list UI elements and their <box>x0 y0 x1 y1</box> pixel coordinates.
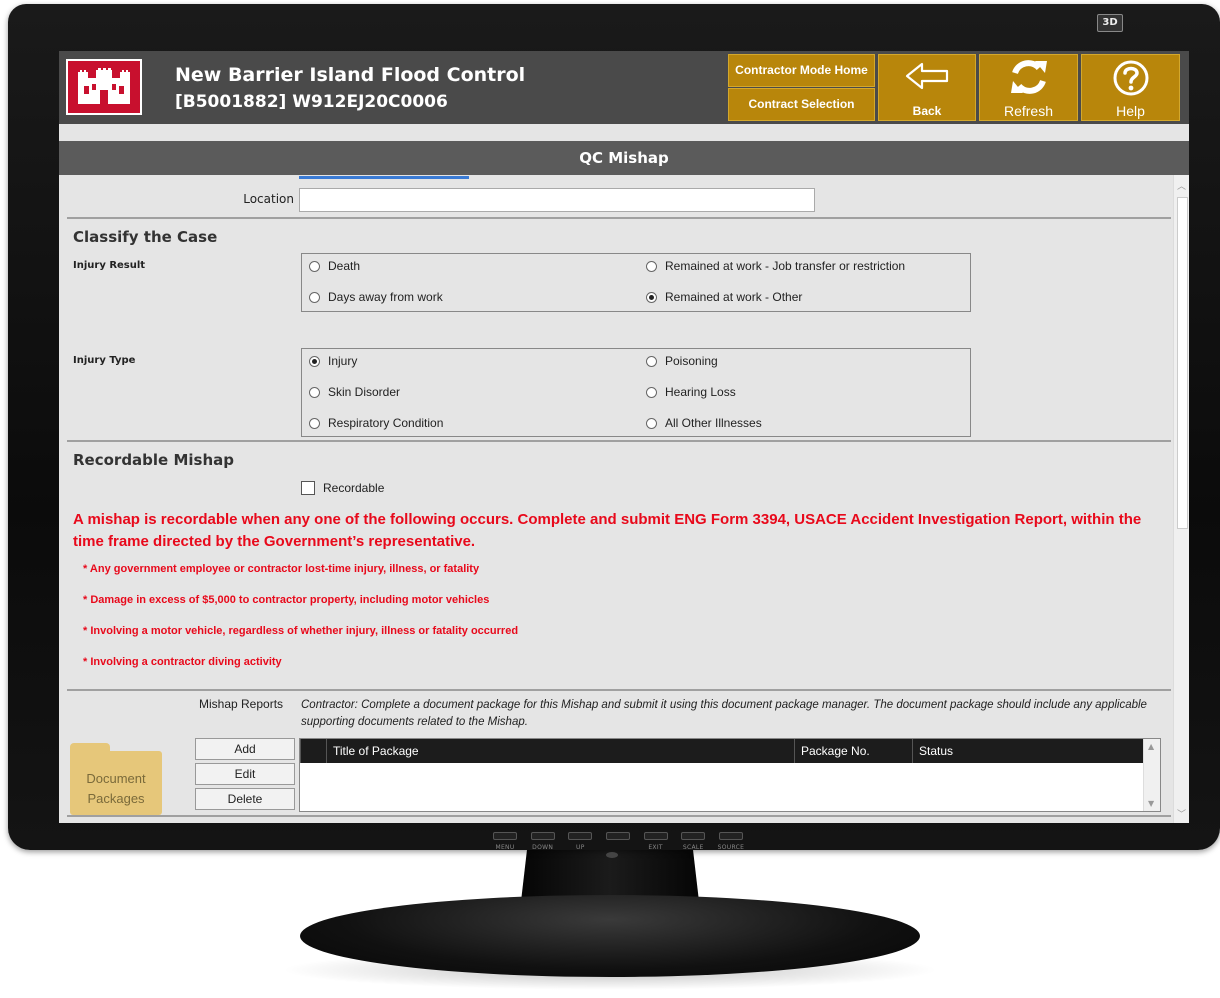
page-title: QC Mishap <box>59 141 1189 175</box>
divider <box>67 689 1171 691</box>
scroll-up-icon[interactable]: ︿ <box>1177 179 1186 192</box>
radio-button-selected[interactable] <box>309 355 320 367</box>
delete-package-button[interactable]: Delete <box>195 788 295 810</box>
app-screen: New Barrier Island Flood Control [B50018… <box>59 51 1189 823</box>
page-scrollbar[interactable]: ︿ ﹀ <box>1173 175 1189 823</box>
monitor-down-button[interactable]: DOWN <box>526 832 560 858</box>
monitor-stand <box>300 895 920 977</box>
refresh-label: Refresh <box>1003 103 1054 119</box>
injury-type-poisoning[interactable]: Poisoning <box>646 354 718 368</box>
radio-button[interactable] <box>646 355 657 367</box>
recordable-criterion: * Damage in excess of $5,000 to contract… <box>83 594 490 606</box>
injury-type-other-illnesses[interactable]: All Other Illnesses <box>646 416 762 430</box>
grid-scrollbar[interactable]: ▲ ▼ <box>1143 739 1160 811</box>
injury-type-skin-disorder[interactable]: Skin Disorder <box>309 385 400 399</box>
radio-button[interactable] <box>646 417 657 429</box>
injury-type-hearing-loss[interactable]: Hearing Loss <box>646 385 736 399</box>
folder-label-line1: Document <box>86 771 146 786</box>
column-title-of-package[interactable]: Title of Package <box>326 739 794 763</box>
injury-result-death[interactable]: Death <box>309 259 360 273</box>
add-package-button[interactable]: Add <box>195 738 295 760</box>
mishap-form: Location Classify the Case Injury Result… <box>59 175 1173 823</box>
recordable-criterion: * Involving a motor vehicle, regardless … <box>83 625 519 637</box>
scroll-up-icon[interactable]: ▲ <box>1148 742 1154 751</box>
mishap-reports-instructions: Contractor: Complete a document package … <box>301 699 1147 728</box>
edit-package-button[interactable]: Edit <box>195 763 295 785</box>
location-label: Location <box>243 192 294 206</box>
refresh-button[interactable]: Refresh <box>979 54 1078 121</box>
monitor-exit-button[interactable]: EXIT <box>639 832 673 858</box>
injury-result-label: Injury Result <box>73 260 146 271</box>
active-tab-indicator <box>299 176 469 179</box>
scroll-down-icon[interactable]: ﹀ <box>1177 807 1186 820</box>
injury-type-respiratory[interactable]: Respiratory Condition <box>309 416 443 430</box>
document-packages-folder-icon[interactable]: Document Packages <box>70 743 162 815</box>
radio-button[interactable] <box>309 417 320 429</box>
monitor-source-button[interactable]: SOURCE <box>714 832 748 858</box>
refresh-icon <box>1010 60 1047 94</box>
recordable-criterion: * Involving a contractor diving activity <box>83 656 282 668</box>
checkbox-box[interactable] <box>301 481 315 495</box>
contract-selection-button[interactable]: Contract Selection <box>728 88 875 121</box>
radio-button[interactable] <box>309 291 320 303</box>
radio-button[interactable] <box>309 386 320 398</box>
grid-selector-column <box>300 739 326 763</box>
monitor-control-buttons: MENU DOWN UP EXIT SCALE SOURCE <box>488 832 748 858</box>
monitor-menu-button[interactable]: MENU <box>488 832 522 858</box>
monitor-up-button[interactable]: UP <box>563 832 597 858</box>
mishap-reports-label: Mishap Reports <box>199 697 284 711</box>
power-indicator <box>606 852 618 858</box>
location-input[interactable] <box>299 188 815 212</box>
divider <box>67 815 1171 817</box>
injury-result-job-transfer[interactable]: Remained at work - Job transfer or restr… <box>646 259 905 273</box>
radio-button[interactable] <box>309 260 320 272</box>
radio-button[interactable] <box>646 260 657 272</box>
help-label: Help <box>1116 103 1145 119</box>
recordable-checkbox[interactable]: Recordable <box>301 481 384 495</box>
scrollbar-thumb[interactable] <box>1177 197 1188 529</box>
monitor-scale-button[interactable]: SCALE <box>676 832 710 858</box>
grid-header: Title of Package Package No. Status <box>300 739 1160 763</box>
folder-label-line2: Packages <box>87 791 145 806</box>
contract-number: [B5001882] W912EJ20C0006 <box>175 92 448 112</box>
document-packages-grid[interactable]: Title of Package Package No. Status ▲ ▼ <box>299 738 1161 812</box>
divider <box>67 217 1171 219</box>
back-label: Back <box>912 104 942 118</box>
3d-badge: 3D <box>1097 14 1123 32</box>
injury-type-label: Injury Type <box>73 355 136 366</box>
recordable-criterion: * Any government employee or contractor … <box>83 563 480 575</box>
back-arrow-icon <box>905 62 949 90</box>
column-status[interactable]: Status <box>912 739 1122 763</box>
column-package-no[interactable]: Package No. <box>794 739 912 763</box>
help-button[interactable]: Help <box>1081 54 1180 121</box>
project-title: New Barrier Island Flood Control <box>175 64 526 86</box>
usace-castle-logo <box>66 59 142 115</box>
contractor-mode-home-button[interactable]: Contractor Mode Home <box>728 54 875 87</box>
recordable-notice: A mishap is recordable when any one of t… <box>73 511 1142 550</box>
injury-type-injury[interactable]: Injury <box>309 354 357 368</box>
back-button[interactable]: Back <box>878 54 976 121</box>
classify-case-heading: Classify the Case <box>73 228 218 246</box>
recordable-mishap-heading: Recordable Mishap <box>73 451 234 469</box>
scroll-down-icon[interactable]: ▼ <box>1148 799 1154 808</box>
radio-button[interactable] <box>646 386 657 398</box>
injury-result-days-away[interactable]: Days away from work <box>309 290 443 304</box>
divider <box>67 440 1171 442</box>
radio-button-selected[interactable] <box>646 291 657 303</box>
app-header: New Barrier Island Flood Control [B50018… <box>59 51 1189 124</box>
injury-result-remained-other[interactable]: Remained at work - Other <box>646 290 802 304</box>
help-question-icon <box>1113 60 1148 96</box>
